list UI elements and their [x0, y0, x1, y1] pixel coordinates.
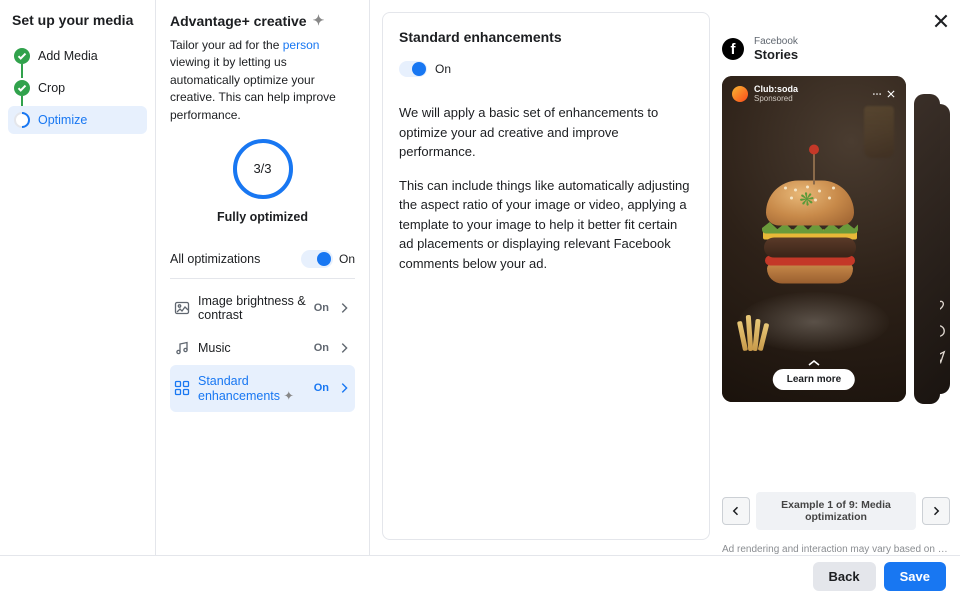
chevron-up-icon	[807, 358, 821, 368]
sidebar-title: Set up your media	[8, 12, 147, 28]
story-brand: Club:soda	[754, 84, 866, 94]
chevron-left-icon	[730, 505, 742, 517]
ad-preview: ❋ Club:soda Sponsored Learn more	[722, 76, 950, 478]
facebook-icon: f	[722, 38, 744, 60]
detail-body: We will apply a basic set of enhancement…	[399, 103, 693, 273]
save-button[interactable]: Save	[884, 562, 946, 591]
opt-item-brightness[interactable]: Image brightness & contrast On	[170, 285, 355, 331]
all-opts-state: On	[339, 252, 355, 266]
preview-card-back	[914, 94, 940, 404]
chevron-right-icon	[337, 341, 351, 355]
check-circle-icon	[14, 80, 30, 96]
story-avatar	[732, 86, 748, 102]
story-image: ❋	[722, 76, 906, 402]
preview-placement: f Facebook Stories	[722, 36, 950, 62]
opt-item-standard[interactable]: Standard enhancements ✦ On	[170, 365, 355, 412]
progress-fraction: 3/3	[232, 138, 294, 200]
opt-label: Standard enhancements ✦	[198, 374, 306, 403]
close-icon[interactable]	[932, 12, 950, 30]
detail-toggle[interactable]	[399, 61, 427, 77]
back-button[interactable]: Back	[813, 562, 876, 591]
chevron-right-icon	[930, 505, 942, 517]
opt-label: Music	[198, 341, 306, 355]
creative-description: Tailor your ad for the person viewing it…	[170, 37, 355, 124]
progress-ring-icon	[14, 112, 30, 128]
prev-example-button[interactable]	[722, 497, 750, 525]
check-circle-icon	[14, 48, 30, 64]
optimization-progress-ring: 3/3	[232, 138, 294, 200]
opt-label: Image brightness & contrast	[198, 294, 306, 322]
step-add-media[interactable]: Add Media	[8, 42, 147, 70]
opt-status: On	[314, 382, 329, 394]
person-link[interactable]: person	[283, 38, 320, 52]
example-counter: Example 1 of 9: Media optimization	[756, 492, 916, 530]
detail-toggle-label: On	[435, 62, 451, 76]
preview-card-front: ❋ Club:soda Sponsored Learn more	[722, 76, 906, 402]
preview-disclaimer: Ad rendering and interaction may vary ba…	[722, 544, 950, 555]
sparkle-icon: ✦	[284, 389, 294, 403]
grid-icon	[174, 380, 190, 396]
detail-title: Standard enhancements	[399, 29, 562, 45]
chevron-right-icon	[337, 301, 351, 315]
cta-button[interactable]: Learn more	[773, 369, 855, 390]
chevron-right-icon	[337, 381, 351, 395]
detail-paragraph: This can include things like automatical…	[399, 176, 693, 274]
more-icon	[872, 89, 882, 99]
music-icon	[174, 340, 190, 356]
all-opts-toggle[interactable]	[301, 250, 333, 268]
creative-title-text: Advantage+ creative	[170, 13, 307, 29]
placement-name: Stories	[754, 47, 798, 62]
sparkle-icon: ✦	[313, 12, 325, 29]
story-top-icons	[872, 89, 896, 99]
opt-item-music[interactable]: Music On	[170, 331, 355, 365]
next-example-button[interactable]	[922, 497, 950, 525]
step-label: Add Media	[38, 49, 98, 63]
close-icon	[886, 89, 896, 99]
step-label: Crop	[38, 81, 65, 95]
story-sponsored: Sponsored	[754, 94, 866, 103]
step-label: Optimize	[38, 113, 87, 127]
step-optimize[interactable]: Optimize	[8, 106, 147, 134]
all-optimizations-row: All optimizations On	[170, 240, 355, 279]
detail-paragraph: We will apply a basic set of enhancement…	[399, 103, 693, 162]
progress-label: Fully optimized	[217, 210, 308, 224]
all-opts-label: All optimizations	[170, 252, 260, 266]
image-icon	[174, 300, 190, 316]
platform-name: Facebook	[754, 36, 798, 47]
step-crop[interactable]: Crop	[8, 74, 147, 102]
opt-status: On	[314, 342, 329, 354]
opt-status: On	[314, 302, 329, 314]
detail-card: Standard enhancements On We will apply a…	[382, 12, 710, 540]
creative-title: Advantage+ creative ✦	[170, 12, 355, 29]
